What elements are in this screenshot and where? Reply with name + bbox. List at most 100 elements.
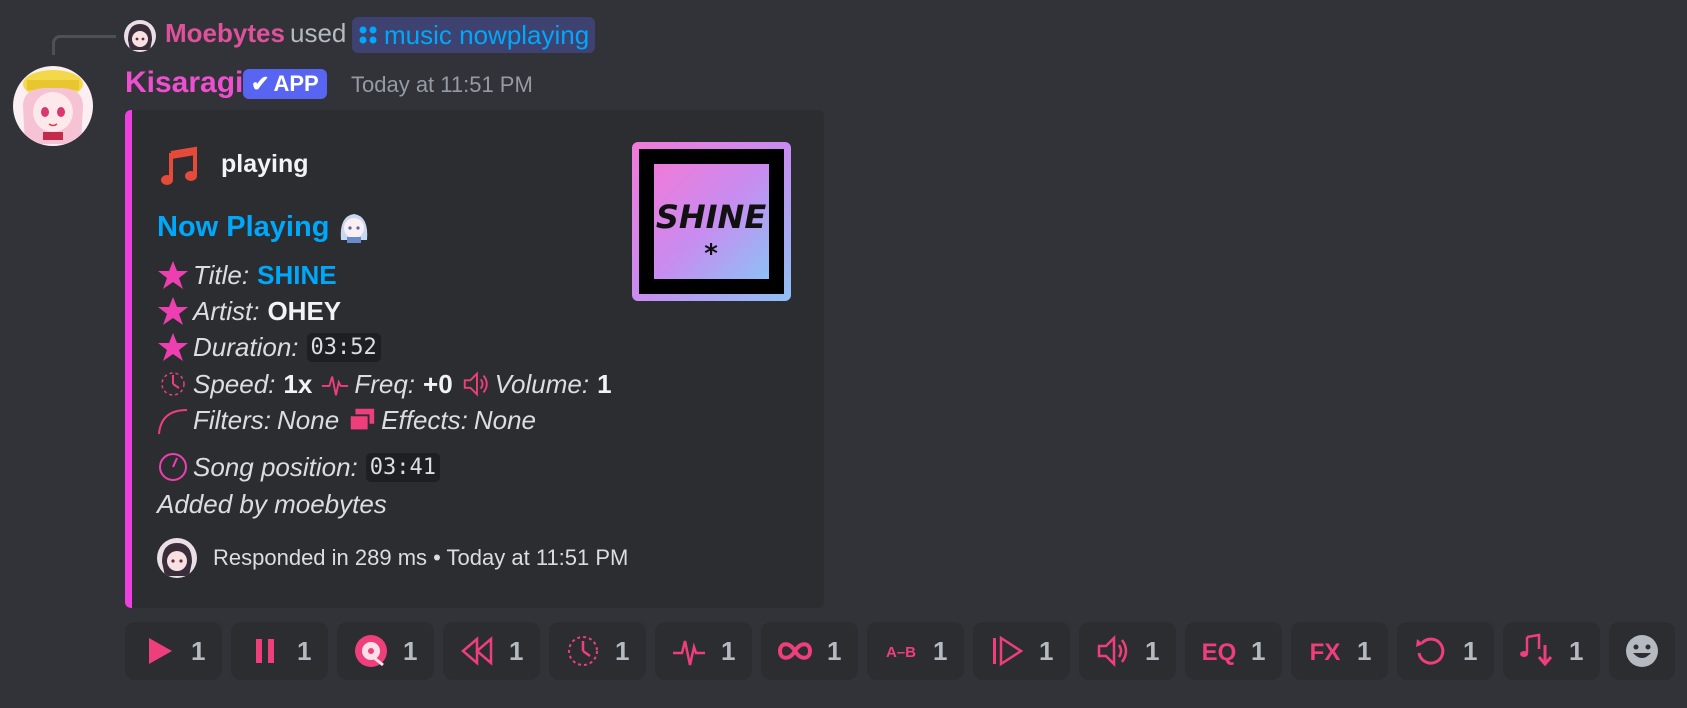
- skip-icon: [993, 635, 1024, 667]
- field-position: Song position: 03:41: [157, 450, 441, 484]
- filters-label: Filters:: [193, 404, 271, 435]
- reset-icon: [1416, 637, 1445, 665]
- reaction-count: 1: [615, 635, 630, 666]
- field-speed-freq-volume: Speed: 1x Freq: +0 Volume: 1: [157, 367, 612, 401]
- reaction-download[interactable]: 1: [1503, 622, 1600, 680]
- reaction-count: 1: [1463, 635, 1478, 666]
- reply-username[interactable]: Moebytes: [165, 18, 285, 49]
- bot-username[interactable]: Kisaragi: [125, 66, 243, 100]
- volume-icon: [1097, 634, 1128, 668]
- speed-value: 1x: [283, 368, 313, 399]
- embed-author: playing: [221, 150, 309, 178]
- command-name: music nowplaying: [384, 19, 590, 50]
- embed-footer: Responded in 289 ms • Today at 11:51 PM: [213, 545, 629, 570]
- reaction-pause[interactable]: 1: [231, 622, 328, 680]
- chibi-emoji-icon: [341, 214, 368, 243]
- filters-value: None: [277, 404, 340, 435]
- thumbnail-art-text: SHINE: [656, 198, 767, 236]
- filter-curve-icon: [158, 409, 188, 435]
- field-title: Title: SHINE: [157, 258, 337, 292]
- embed-title[interactable]: Now Playing: [157, 210, 371, 244]
- reaction-rewind[interactable]: 1: [443, 622, 540, 680]
- speed-icon: [568, 636, 598, 666]
- freq-label: Freq:: [354, 368, 416, 399]
- artist-label: Artist:: [193, 295, 260, 326]
- reaction-count: 1: [509, 635, 524, 666]
- embed-title-text: Now Playing: [157, 210, 330, 243]
- play-icon: [149, 638, 172, 664]
- duration-label: Duration:: [193, 331, 299, 362]
- field-filters-effects: Filters: None Effects: None: [157, 403, 536, 437]
- pause-icon: [256, 639, 274, 663]
- reaction-count: 1: [1251, 635, 1266, 666]
- reaction-loop[interactable]: 1: [761, 622, 858, 680]
- reaction-skip[interactable]: 1: [973, 622, 1070, 680]
- reaction-play[interactable]: 1: [125, 622, 222, 680]
- pitch-icon: [673, 640, 705, 666]
- bot-avatar[interactable]: [13, 66, 93, 146]
- star-icon: [158, 261, 188, 289]
- duration-value: 03:52: [306, 332, 381, 362]
- ab-loop-label: A–B: [886, 644, 916, 661]
- reaction-fx[interactable]: FX 1: [1291, 622, 1388, 680]
- smiley-icon: [1626, 635, 1658, 667]
- reaction-count: 1: [1039, 635, 1054, 666]
- position-label: Song position:: [193, 451, 358, 482]
- pitch-icon: [322, 376, 349, 396]
- footer-avatar: [157, 538, 197, 578]
- fx-label: FX: [1310, 639, 1341, 666]
- reaction-count: 1: [721, 635, 736, 666]
- reaction-bar: 1 1 1 1 1 1 1 A–B 1 1 1 EQ 1 FX 1 1 1: [125, 622, 1675, 680]
- svg-text:*: *: [704, 239, 718, 269]
- added-by-text: Added by moebytes: [157, 488, 387, 519]
- reaction-eq[interactable]: EQ 1: [1185, 622, 1282, 680]
- effects-label: Effects:: [381, 404, 468, 435]
- star-icon: [158, 297, 188, 325]
- speed-icon: [161, 372, 185, 396]
- reaction-count: 1: [403, 635, 418, 666]
- reaction-ab-loop[interactable]: A–B 1: [867, 622, 964, 680]
- reaction-pitch[interactable]: 1: [655, 622, 752, 680]
- fx-icon: FX: [1310, 639, 1341, 666]
- volume-icon: [463, 371, 488, 397]
- freq-value: +0: [423, 368, 453, 399]
- added-by: Added by moebytes: [157, 487, 387, 521]
- loop-icon: [777, 642, 813, 660]
- command-mention[interactable]: music nowplaying: [352, 17, 596, 53]
- volume-value: 1: [597, 368, 612, 399]
- add-reaction-button[interactable]: [1609, 622, 1675, 680]
- effects-icon: [349, 408, 375, 432]
- speed-label: Speed:: [193, 368, 276, 399]
- reaction-speed[interactable]: 1: [549, 622, 646, 680]
- reply-avatar[interactable]: [124, 20, 156, 52]
- reaction-disc[interactable]: 1: [337, 622, 434, 680]
- app-badge: ✔ APP: [243, 69, 327, 99]
- eq-icon: EQ: [1202, 639, 1237, 666]
- verified-check-icon: ✔: [251, 71, 270, 96]
- volume-label: Volume:: [494, 368, 590, 399]
- reaction-volume[interactable]: 1: [1079, 622, 1176, 680]
- message-timestamp: Today at 11:51 PM: [351, 72, 533, 97]
- reaction-count: 1: [1145, 635, 1160, 666]
- title-label: Title:: [193, 259, 250, 290]
- field-duration: Duration: 03:52: [157, 330, 381, 364]
- reaction-count: 1: [933, 635, 948, 666]
- reaction-count: 1: [827, 635, 842, 666]
- reaction-count: 1: [191, 635, 206, 666]
- position-value: 03:41: [365, 452, 441, 482]
- command-icon: [359, 26, 377, 44]
- title-value: SHINE: [257, 259, 337, 290]
- app-badge-label: APP: [273, 71, 319, 96]
- album-thumbnail[interactable]: SHINE *: [632, 142, 791, 301]
- effects-value: None: [473, 404, 537, 435]
- reaction-count: 1: [1569, 635, 1584, 666]
- artist-value: OHEY: [267, 295, 342, 326]
- reaction-reset[interactable]: 1: [1397, 622, 1494, 680]
- music-note-icon: [157, 145, 201, 189]
- reaction-count: 1: [1357, 635, 1372, 666]
- position-dial-icon: [159, 453, 187, 481]
- disc-icon: [355, 635, 387, 667]
- download-icon: [1520, 633, 1553, 667]
- star-icon: [158, 333, 188, 361]
- rewind-icon: [461, 636, 493, 666]
